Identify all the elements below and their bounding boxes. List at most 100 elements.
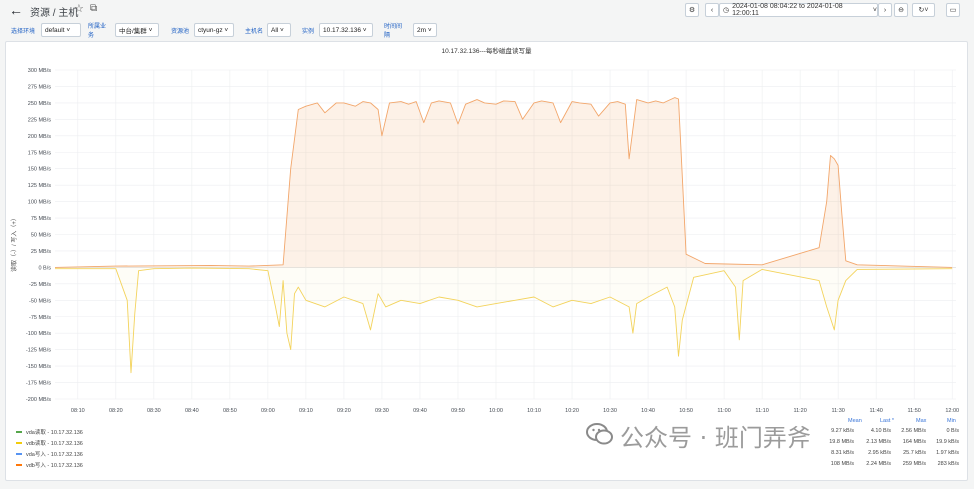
settings-icon[interactable]: ⚙ xyxy=(685,3,699,17)
chevron-down-icon: ˅ xyxy=(280,26,284,34)
filter-label-pool: 资源池 xyxy=(171,28,190,35)
hostname-select[interactable]: All ˅ xyxy=(267,23,291,37)
legend-mean: 108 MB/s xyxy=(830,461,854,467)
legend-swatch-2 xyxy=(16,453,22,455)
x-tick-label: 11:50 xyxy=(908,408,921,414)
y-tick-label: 25 MB/s xyxy=(31,249,51,255)
y-tick-label: 200 MB/s xyxy=(28,134,51,140)
chevron-down-icon: ˅ xyxy=(148,26,153,34)
legend-header-mean[interactable]: Mean xyxy=(848,418,862,424)
series-area xyxy=(55,267,953,373)
pool-select-value: ctyun-gz xyxy=(198,26,223,34)
time-forward-button[interactable]: › xyxy=(878,3,892,17)
legend-row[interactable]: vdb读取 - 10.17.32.136 19.8 MB/s 2.13 MB/s… xyxy=(16,439,961,448)
x-tick-label: 08:20 xyxy=(109,408,123,414)
chevron-down-icon: ˅ xyxy=(66,26,71,34)
x-tick-label: 09:40 xyxy=(413,408,427,414)
legend-min: 19.9 kB/s xyxy=(936,439,959,445)
tv-mode-icon[interactable]: ▭ xyxy=(946,3,960,17)
chevron-down-icon: ˅ xyxy=(872,6,877,14)
x-tick-label: 08:30 xyxy=(147,408,161,414)
filter-label-instance: 实例 xyxy=(302,28,315,35)
y-tick-label: 100 MB/s xyxy=(28,200,51,206)
pool-select[interactable]: ctyun-gz ˅ xyxy=(194,23,234,37)
legend-header-last[interactable]: Last * xyxy=(880,418,894,424)
filter-label-interval: 时间间隔 xyxy=(384,24,403,39)
legend-swatch-0 xyxy=(16,431,22,433)
y-tick-label: 0 B/s xyxy=(38,265,51,271)
time-back-button[interactable]: ‹ xyxy=(705,3,719,17)
x-tick-label: 09:10 xyxy=(299,408,313,414)
business-select[interactable]: 中台/集群 ˅ xyxy=(115,23,159,37)
legend-header-max[interactable]: Max xyxy=(916,418,926,424)
legend-row[interactable]: vda写入 - 10.17.32.136 8.31 kB/s 2.95 kB/s… xyxy=(16,450,961,459)
y-tick-label: 275 MB/s xyxy=(28,84,51,90)
x-tick-label: 11:10 xyxy=(755,408,768,414)
x-tick-label: 10:40 xyxy=(641,408,655,414)
legend-swatch-1 xyxy=(16,442,22,444)
y-tick-label: 75 MB/s xyxy=(31,216,51,222)
x-tick-label: 11:30 xyxy=(831,408,844,414)
star-icon[interactable]: ☆ xyxy=(74,2,84,15)
y-tick-label: 150 MB/s xyxy=(28,167,51,173)
instance-select[interactable]: 10.17.32.136 ˅ xyxy=(319,23,373,37)
x-tick-label: 10:10 xyxy=(527,408,541,414)
legend-last: 2.13 MB/s xyxy=(866,439,891,445)
filter-label-hostname: 主机名 xyxy=(245,28,264,35)
hostname-select-value: All xyxy=(271,26,279,34)
y-tick-label: 125 MB/s xyxy=(28,183,51,189)
series-area xyxy=(55,97,953,268)
chart-panel: 10.17.32.136---每秒磁盘读写量 读取（-）/ 写入（+） 300 … xyxy=(5,41,968,481)
filter-label-env: 选择环境 xyxy=(11,28,36,35)
y-tick-label: 225 MB/s xyxy=(28,117,51,123)
refresh-button[interactable]: ↻˅ xyxy=(912,3,935,17)
legend-row[interactable]: vda读取 - 10.17.32.136 9.27 kB/s 4.10 B/s … xyxy=(16,428,961,437)
env-select[interactable]: default ˅ xyxy=(41,23,81,37)
y-tick-label: -75 MB/s xyxy=(29,315,51,321)
x-tick-label: 10:50 xyxy=(679,408,693,414)
chevron-down-icon: ˅ xyxy=(427,26,432,34)
business-select-value: 中台/集群 xyxy=(119,28,147,35)
chevron-down-icon: ˅ xyxy=(362,26,367,34)
interval-select[interactable]: 2m ˅ xyxy=(413,23,437,37)
x-tick-label: 11:00 xyxy=(717,408,730,414)
legend-header-min[interactable]: Min xyxy=(947,418,956,424)
share-icon[interactable]: ⧉ xyxy=(90,3,97,14)
disk-io-chart[interactable]: 300 MB/s 275 MB/s 250 MB/s 225 MB/s 200 MB/s… xyxy=(6,42,967,420)
x-tick-label: 09:30 xyxy=(375,408,389,414)
x-tick-label: 09:20 xyxy=(337,408,351,414)
x-tick-label: 11:40 xyxy=(869,408,882,414)
variable-bar: 选择环境 default ˅ 所属业务 中台/集群 ˅ 资源池 ctyun-gz… xyxy=(0,23,974,39)
x-tick-label: 12:00 xyxy=(945,408,959,414)
back-arrow-icon[interactable]: ← xyxy=(9,2,23,18)
watermark-text: 公众号 · 班门弄斧 xyxy=(620,424,811,452)
legend-min: 283 kB/s xyxy=(937,461,959,467)
x-tick-label: 08:40 xyxy=(185,408,199,414)
y-tick-label: -200 MB/s xyxy=(26,397,51,403)
legend-min: 0 B/s xyxy=(946,428,959,434)
instance-select-value: 10.17.32.136 xyxy=(323,26,361,34)
legend-series-name: vdb写入 - 10.17.32.136 xyxy=(26,463,83,469)
y-tick-label: 250 MB/s xyxy=(28,101,51,107)
x-tick-label: 09:50 xyxy=(451,408,465,414)
clock-icon: ◷ xyxy=(723,7,730,14)
page-title: 资源 / 主机 xyxy=(30,8,79,19)
y-tick-label: 300 MB/s xyxy=(28,68,51,74)
y-tick-label: -125 MB/s xyxy=(26,348,51,354)
x-tick-label: 10:30 xyxy=(603,408,617,414)
y-tick-label: 50 MB/s xyxy=(31,233,51,239)
legend-last: 2.95 kB/s xyxy=(868,450,891,456)
x-tick-label: 11:20 xyxy=(793,408,806,414)
legend-mean: 8.31 kB/s xyxy=(831,450,854,456)
y-tick-label: -175 MB/s xyxy=(26,381,51,387)
interval-select-value: 2m xyxy=(417,26,427,34)
legend-row[interactable]: vdb写入 - 10.17.32.136 108 MB/s 2.24 MB/s … xyxy=(16,461,961,470)
legend-swatch-3 xyxy=(16,464,22,466)
y-tick-label: -50 MB/s xyxy=(29,298,51,304)
time-range-picker[interactable]: ◷ 2024-01-08 08:04:22 to 2024-01-08 12:0… xyxy=(719,3,878,17)
legend-series-name: vda写入 - 10.17.32.136 xyxy=(26,452,83,458)
legend-last: 4.10 B/s xyxy=(870,428,891,434)
x-tick-label: 09:00 xyxy=(261,408,275,414)
zoom-out-icon[interactable]: ⊖ xyxy=(894,3,908,17)
y-tick-label: 175 MB/s xyxy=(28,150,51,156)
